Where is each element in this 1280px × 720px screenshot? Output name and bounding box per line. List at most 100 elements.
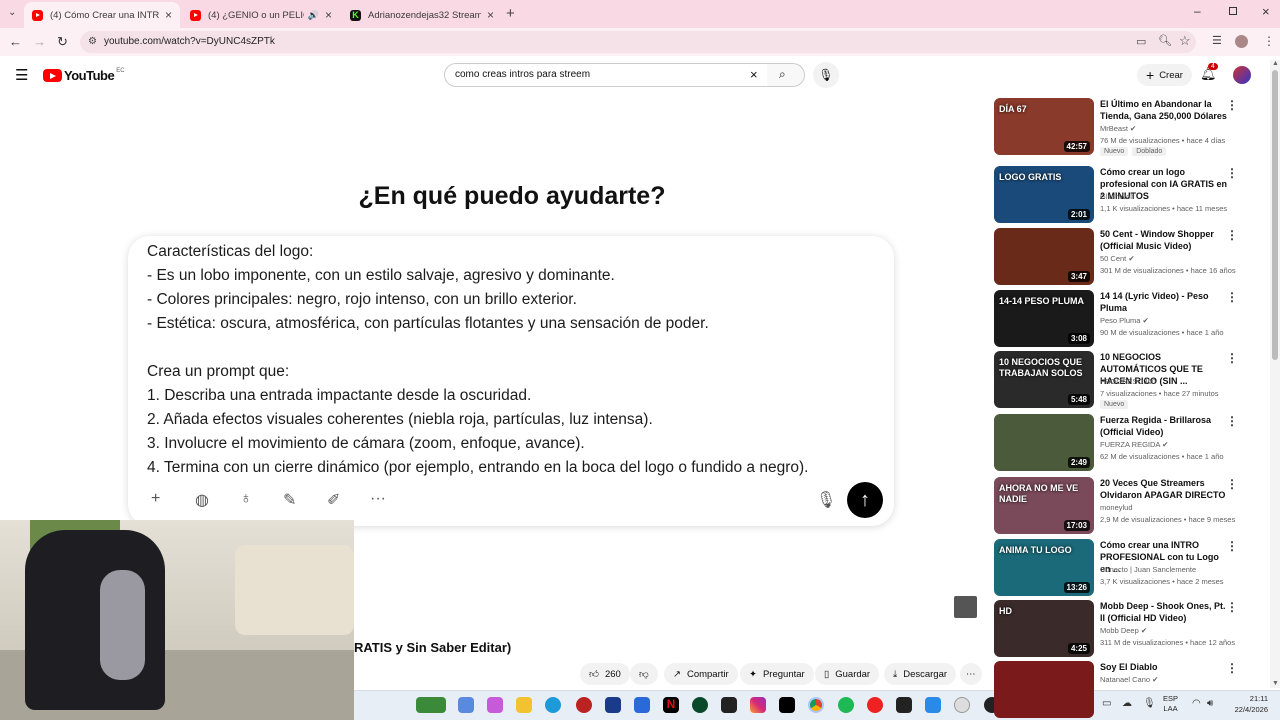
- more-options-icon[interactable]: ⋮: [1226, 98, 1238, 112]
- reading-list-icon[interactable]: ☰: [1212, 34, 1222, 47]
- taskbar-app-icon[interactable]: [896, 697, 912, 713]
- tab-genio-video[interactable]: (4) ¿GENIO o un PELIGRO? 🔊 ×: [182, 2, 340, 28]
- channel-name[interactable]: MrBeast ✔: [1100, 124, 1136, 133]
- recommendation-card[interactable]: 2:49 Fuerza Regida - Brillarosa (Official…: [994, 414, 1244, 472]
- back-arrow-icon[interactable]: ←: [9, 34, 22, 49]
- voice-search-button[interactable]: 🎙︎: [813, 62, 839, 88]
- recommendation-card[interactable]: AHORA NO ME VE NADIE 17:03 20 Veces Que St…: [994, 477, 1244, 535]
- video-thumbnail[interactable]: 14-14 PESO PLUMA 3:08: [994, 290, 1094, 347]
- taskbar-app-icon[interactable]: [925, 697, 941, 713]
- url-text[interactable]: youtube.com/watch?v=DyUNC4sZPTk: [104, 36, 275, 47]
- search-button[interactable]: ⌕: [767, 63, 805, 87]
- more-options-icon[interactable]: ⋮: [1226, 351, 1238, 365]
- scrollbar-thumb[interactable]: [1272, 70, 1278, 360]
- channel-name[interactable]: PROGRESO360: [1100, 377, 1156, 386]
- spotify-icon[interactable]: [838, 697, 854, 713]
- taskbar-app-icon[interactable]: [605, 697, 621, 713]
- taskbar-app-icon[interactable]: [487, 697, 503, 713]
- video-thumbnail[interactable]: 3:47: [994, 228, 1094, 285]
- more-options-icon[interactable]: ⋮: [1226, 290, 1238, 304]
- search-input[interactable]: como creas intros para streem ×: [444, 63, 768, 87]
- recommendation-card[interactable]: LOGO GRATIS 2:01 Cómo crear un logo profes…: [994, 166, 1244, 224]
- taskbar-app-icon[interactable]: [954, 697, 970, 713]
- recommendation-card[interactable]: DÍA 67 42:57 El Último en Abandonar la Tie…: [994, 98, 1244, 156]
- recommendation-card[interactable]: 10 NEGOCIOS QUE TRABAJAN SOLOS 5:48 10 NEG…: [994, 351, 1244, 409]
- more-options-icon[interactable]: ⋮: [1226, 600, 1238, 614]
- recommendation-card[interactable]: 3:47 50 Cent - Window Shopper (Official M…: [994, 228, 1244, 286]
- dislike-button[interactable]: 👎︎: [630, 663, 658, 685]
- close-icon[interactable]: ×: [325, 8, 332, 22]
- forward-arrow-icon[interactable]: →: [33, 34, 46, 49]
- video-thumbnail[interactable]: HD 4:25: [994, 600, 1094, 657]
- minimize-icon[interactable]: –: [1194, 4, 1201, 18]
- recommendation-card[interactable]: HD 4:25 Mobb Deep - Shook Ones, Pt. II (Of…: [994, 600, 1244, 658]
- save-button[interactable]: ▯ Guardar: [815, 663, 880, 685]
- video-thumbnail[interactable]: 2:49: [994, 414, 1094, 471]
- close-icon[interactable]: ×: [487, 8, 494, 22]
- channel-watermark[interactable]: [954, 596, 977, 618]
- more-options-icon[interactable]: ⋮: [1226, 166, 1238, 180]
- tiktok-icon[interactable]: [779, 697, 795, 713]
- channel-name[interactable]: Natanael Cano ✔: [1100, 675, 1158, 684]
- channel-name[interactable]: GlitchWolf: [1100, 192, 1134, 201]
- recommendation-title[interactable]: Mobb Deep - Shook Ones, Pt. II (Official…: [1100, 600, 1228, 624]
- channel-name[interactable]: 50 Cent ✔: [1100, 254, 1135, 263]
- file-explorer-icon[interactable]: [516, 697, 532, 713]
- ask-button[interactable]: ✦ Preguntar: [740, 663, 814, 685]
- new-tab-button[interactable]: +: [506, 5, 515, 22]
- video-thumbnail[interactable]: ANIMA TU LOGO 13:26: [994, 539, 1094, 596]
- more-options-icon[interactable]: ⋮: [1226, 414, 1238, 428]
- recommendation-title[interactable]: Fuerza Regida - Brillarosa (Official Vid…: [1100, 414, 1228, 438]
- account-avatar[interactable]: [1233, 66, 1251, 84]
- close-icon[interactable]: ×: [165, 8, 172, 22]
- site-info-icon[interactable]: ⚙: [88, 36, 97, 47]
- scroll-up-icon[interactable]: ▲: [1272, 60, 1279, 67]
- recommendation-card[interactable]: Soy El Diablo Natanael Cano ✔ ⋮: [994, 661, 1244, 719]
- download-button[interactable]: ⤓ Descargar: [884, 663, 957, 685]
- more-options-icon[interactable]: ⋮: [1226, 661, 1238, 675]
- taskbar-app-icon[interactable]: [416, 697, 446, 713]
- channel-name[interactable]: Mobb Deep ✔: [1100, 626, 1147, 635]
- video-thumbnail[interactable]: DÍA 67 42:57: [994, 98, 1094, 155]
- create-button[interactable]: + Crear: [1137, 64, 1192, 86]
- tab-kick-stream[interactable]: K Adrianozendejas32 Stream - W ×: [342, 2, 502, 28]
- more-options-icon[interactable]: ⋮: [1226, 228, 1238, 242]
- channel-name[interactable]: moneylud: [1100, 503, 1133, 512]
- zoom-icon[interactable]: 🔍︎: [1158, 34, 1172, 47]
- recommendation-title[interactable]: 20 Veces Que Streamers Olvidaron APAGAR …: [1100, 477, 1228, 501]
- clear-search-icon[interactable]: ×: [750, 67, 758, 82]
- share-button[interactable]: ↗ Compartir: [664, 663, 738, 685]
- cast-icon[interactable]: ▭: [1136, 35, 1146, 48]
- bookmark-star-icon[interactable]: ☆: [1179, 33, 1191, 49]
- taskbar-app-icon[interactable]: [458, 697, 474, 713]
- tab-active-video[interactable]: (4) Cómo Crear una INTRO Prof ×: [24, 2, 180, 28]
- video-thumbnail[interactable]: [994, 661, 1094, 718]
- browser-menu-icon[interactable]: ⋮: [1263, 34, 1275, 48]
- more-options-icon[interactable]: ⋮: [1226, 477, 1238, 491]
- recommendation-card[interactable]: ANIMA TU LOGO 13:26 Cómo crear una INTRO P…: [994, 539, 1244, 597]
- recommendation-title[interactable]: Soy El Diablo: [1100, 661, 1228, 673]
- channel-name[interactable]: Peso Pluma ✔: [1100, 316, 1149, 325]
- hamburger-menu-icon[interactable]: ☰: [15, 66, 28, 84]
- video-thumbnail[interactable]: LOGO GRATIS 2:01: [994, 166, 1094, 223]
- close-window-icon[interactable]: ×: [1262, 4, 1270, 19]
- video-thumbnail[interactable]: AHORA NO ME VE NADIE 17:03: [994, 477, 1094, 534]
- chrome-icon[interactable]: [808, 697, 824, 713]
- taskbar-app-icon[interactable]: [721, 697, 737, 713]
- like-button[interactable]: 👍︎ 260: [580, 663, 630, 685]
- instagram-icon[interactable]: [750, 697, 766, 713]
- netflix-icon[interactable]: N: [663, 697, 679, 713]
- taskbar-app-icon[interactable]: [634, 697, 650, 713]
- recommendation-title[interactable]: El Último en Abandonar la Tienda, Gana 2…: [1100, 98, 1228, 122]
- channel-name[interactable]: Conecto | Juan Sanclemente: [1100, 565, 1196, 574]
- notifications-button[interactable]: 🔔︎ 4: [1200, 63, 1218, 82]
- more-options-icon[interactable]: ⋮: [1226, 539, 1238, 553]
- video-thumbnail[interactable]: 10 NEGOCIOS QUE TRABAJAN SOLOS 5:48: [994, 351, 1094, 408]
- channel-name[interactable]: FUERZA REGIDA ✔: [1100, 440, 1168, 449]
- more-actions-button[interactable]: ⋯: [960, 663, 982, 685]
- taskbar-app-icon[interactable]: [692, 697, 708, 713]
- recommendation-title[interactable]: 50 Cent - Window Shopper (Official Music…: [1100, 228, 1228, 252]
- youtube-logo[interactable]: YouTube EC: [43, 68, 125, 83]
- recommendation-title[interactable]: 14 14 (Lyric Video) - Peso Pluma: [1100, 290, 1228, 314]
- taskbar-app-icon[interactable]: [867, 697, 883, 713]
